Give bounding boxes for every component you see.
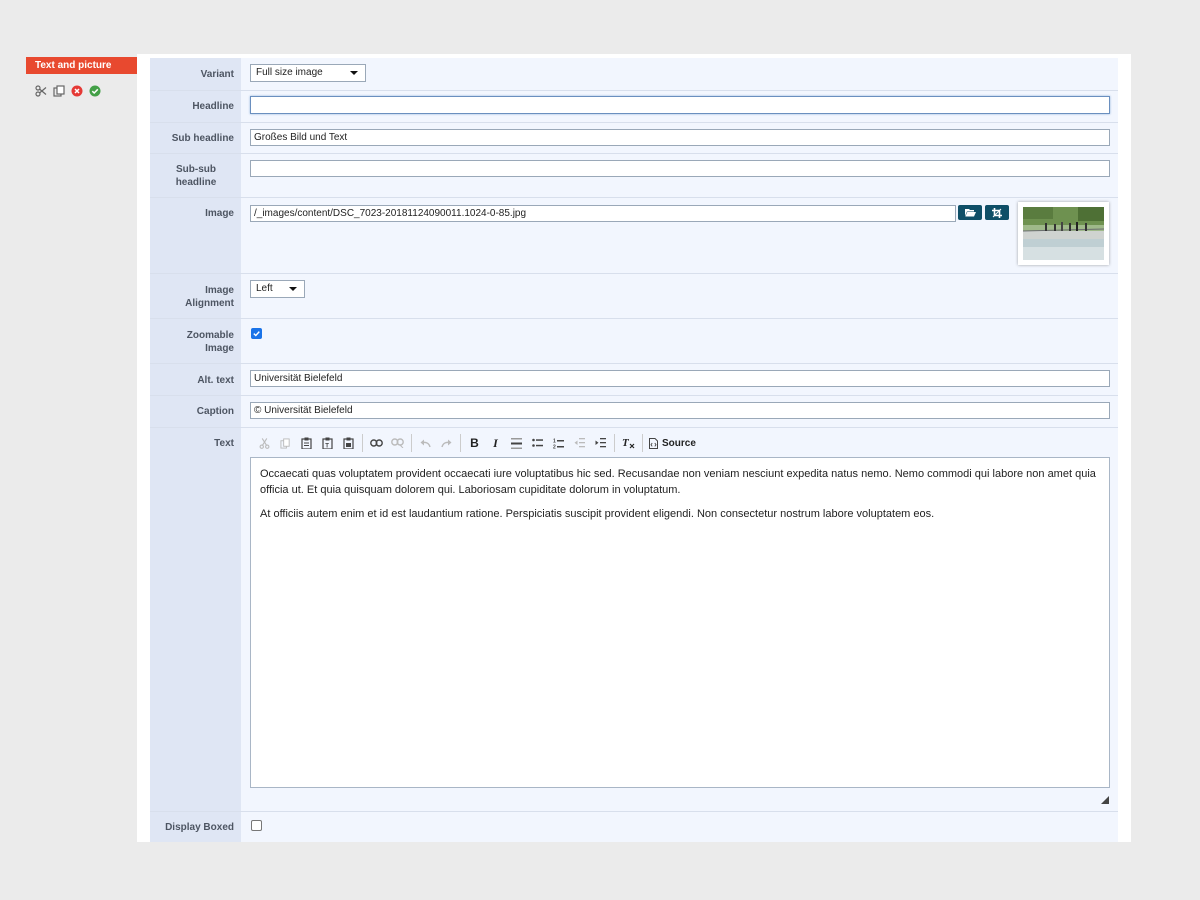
svg-text:T: T xyxy=(325,444,329,450)
undo-icon[interactable] xyxy=(415,435,436,451)
paste-icon[interactable] xyxy=(296,435,317,451)
image-preview xyxy=(1023,207,1104,260)
alt-text-input[interactable] xyxy=(250,370,1110,387)
element-form: Variant Full size image Headline Sub hea… xyxy=(150,58,1118,842)
variant-select[interactable]: Full size image xyxy=(250,64,366,82)
numbered-list-icon[interactable]: 12 xyxy=(548,435,569,451)
image-path-input[interactable] xyxy=(250,205,956,222)
indent-icon[interactable] xyxy=(590,435,611,451)
toolbar-separator xyxy=(460,434,461,452)
source-label: Source xyxy=(662,437,696,449)
sub-sub-headline-row: Sub-sub headline xyxy=(150,153,1118,198)
confirm-circle-icon[interactable] xyxy=(88,84,101,97)
element-tools xyxy=(34,84,101,97)
image-alignment-value: Left xyxy=(256,283,273,294)
image-alignment-row: Image Alignment Left xyxy=(150,273,1118,319)
editor-paragraph-2: At officiis autem enim et id est laudant… xyxy=(260,508,935,520)
scissors-icon[interactable] xyxy=(34,84,47,97)
headline-label: Headline xyxy=(192,101,234,112)
caption-row: Caption xyxy=(150,395,1118,428)
headline-input[interactable] xyxy=(250,96,1110,114)
text-label: Text xyxy=(214,438,234,449)
copy-icon[interactable] xyxy=(52,84,65,97)
source-button[interactable]: Source xyxy=(646,437,696,449)
element-type-tag: Text and picture xyxy=(26,57,149,74)
image-thumbnail[interactable] xyxy=(1018,202,1109,265)
content-element-panel: Variant Full size image Headline Sub hea… xyxy=(137,54,1131,842)
horizontal-rule-icon[interactable] xyxy=(506,435,527,451)
sub-sub-headline-label: Sub-sub headline xyxy=(175,164,217,188)
link-icon[interactable] xyxy=(366,435,387,451)
zoomable-image-checkbox[interactable] xyxy=(251,328,262,339)
bulleted-list-icon[interactable] xyxy=(527,435,548,451)
alt-text-label: Alt. text xyxy=(197,375,234,386)
toolbar-separator xyxy=(362,434,363,452)
unlink-icon[interactable] xyxy=(387,435,408,451)
sub-headline-input[interactable] xyxy=(250,129,1110,146)
variant-value: Full size image xyxy=(256,67,323,78)
remove-format-icon[interactable]: T xyxy=(618,435,639,451)
svg-text:2: 2 xyxy=(553,444,556,449)
text-row: Text T B I 1 2 T Source Occaecati quas v… xyxy=(150,427,1118,812)
zoomable-image-label: Zoomable Image xyxy=(186,330,234,354)
chevron-down-icon xyxy=(350,71,358,75)
crop-image-button[interactable] xyxy=(985,205,1009,220)
toolbar-separator xyxy=(411,434,412,452)
toolbar-separator xyxy=(614,434,615,452)
caption-input[interactable] xyxy=(250,402,1110,419)
delete-circle-icon[interactable] xyxy=(70,84,83,97)
image-alignment-select[interactable]: Left xyxy=(250,280,305,298)
headline-row: Headline xyxy=(150,90,1118,123)
chevron-down-icon xyxy=(289,287,297,291)
crop-icon xyxy=(992,207,1002,218)
image-label: Image xyxy=(205,208,234,219)
paste-text-icon[interactable]: T xyxy=(317,435,338,451)
source-icon xyxy=(649,437,658,449)
display-boxed-row: Display Boxed xyxy=(150,811,1118,842)
sub-sub-headline-input[interactable] xyxy=(250,160,1110,177)
outdent-icon[interactable] xyxy=(569,435,590,451)
zoomable-image-row: Zoomable Image xyxy=(150,318,1118,364)
cut-icon[interactable] xyxy=(254,435,275,451)
rich-text-editor[interactable]: Occaecati quas voluptatem provident occa… xyxy=(250,457,1110,788)
paste-word-icon[interactable] xyxy=(338,435,359,451)
sub-headline-label: Sub headline xyxy=(171,133,234,144)
resize-handle-icon[interactable] xyxy=(1101,796,1109,804)
image-row: Image xyxy=(150,197,1118,274)
bold-icon[interactable]: B xyxy=(464,435,485,451)
rich-text-toolbar: T B I 1 2 T Source xyxy=(254,434,1114,452)
redo-icon[interactable] xyxy=(436,435,457,451)
variant-row: Variant Full size image xyxy=(150,58,1118,91)
copy-icon[interactable] xyxy=(275,435,296,451)
toolbar-separator xyxy=(642,434,643,452)
italic-icon[interactable]: I xyxy=(485,435,506,451)
image-alignment-label: Image Alignment xyxy=(185,285,234,309)
browse-image-button[interactable] xyxy=(958,205,982,220)
display-boxed-label: Display Boxed xyxy=(165,822,234,833)
svg-text:T: T xyxy=(622,437,630,449)
folder-open-icon xyxy=(964,209,976,217)
alt-text-row: Alt. text xyxy=(150,363,1118,396)
caption-label: Caption xyxy=(196,406,234,417)
display-boxed-checkbox[interactable] xyxy=(251,820,262,831)
variant-label: Variant xyxy=(200,69,234,80)
sub-headline-row: Sub headline xyxy=(150,122,1118,154)
checkmark-icon xyxy=(253,331,260,337)
editor-paragraph-1: Occaecati quas voluptatem provident occa… xyxy=(260,468,1096,496)
